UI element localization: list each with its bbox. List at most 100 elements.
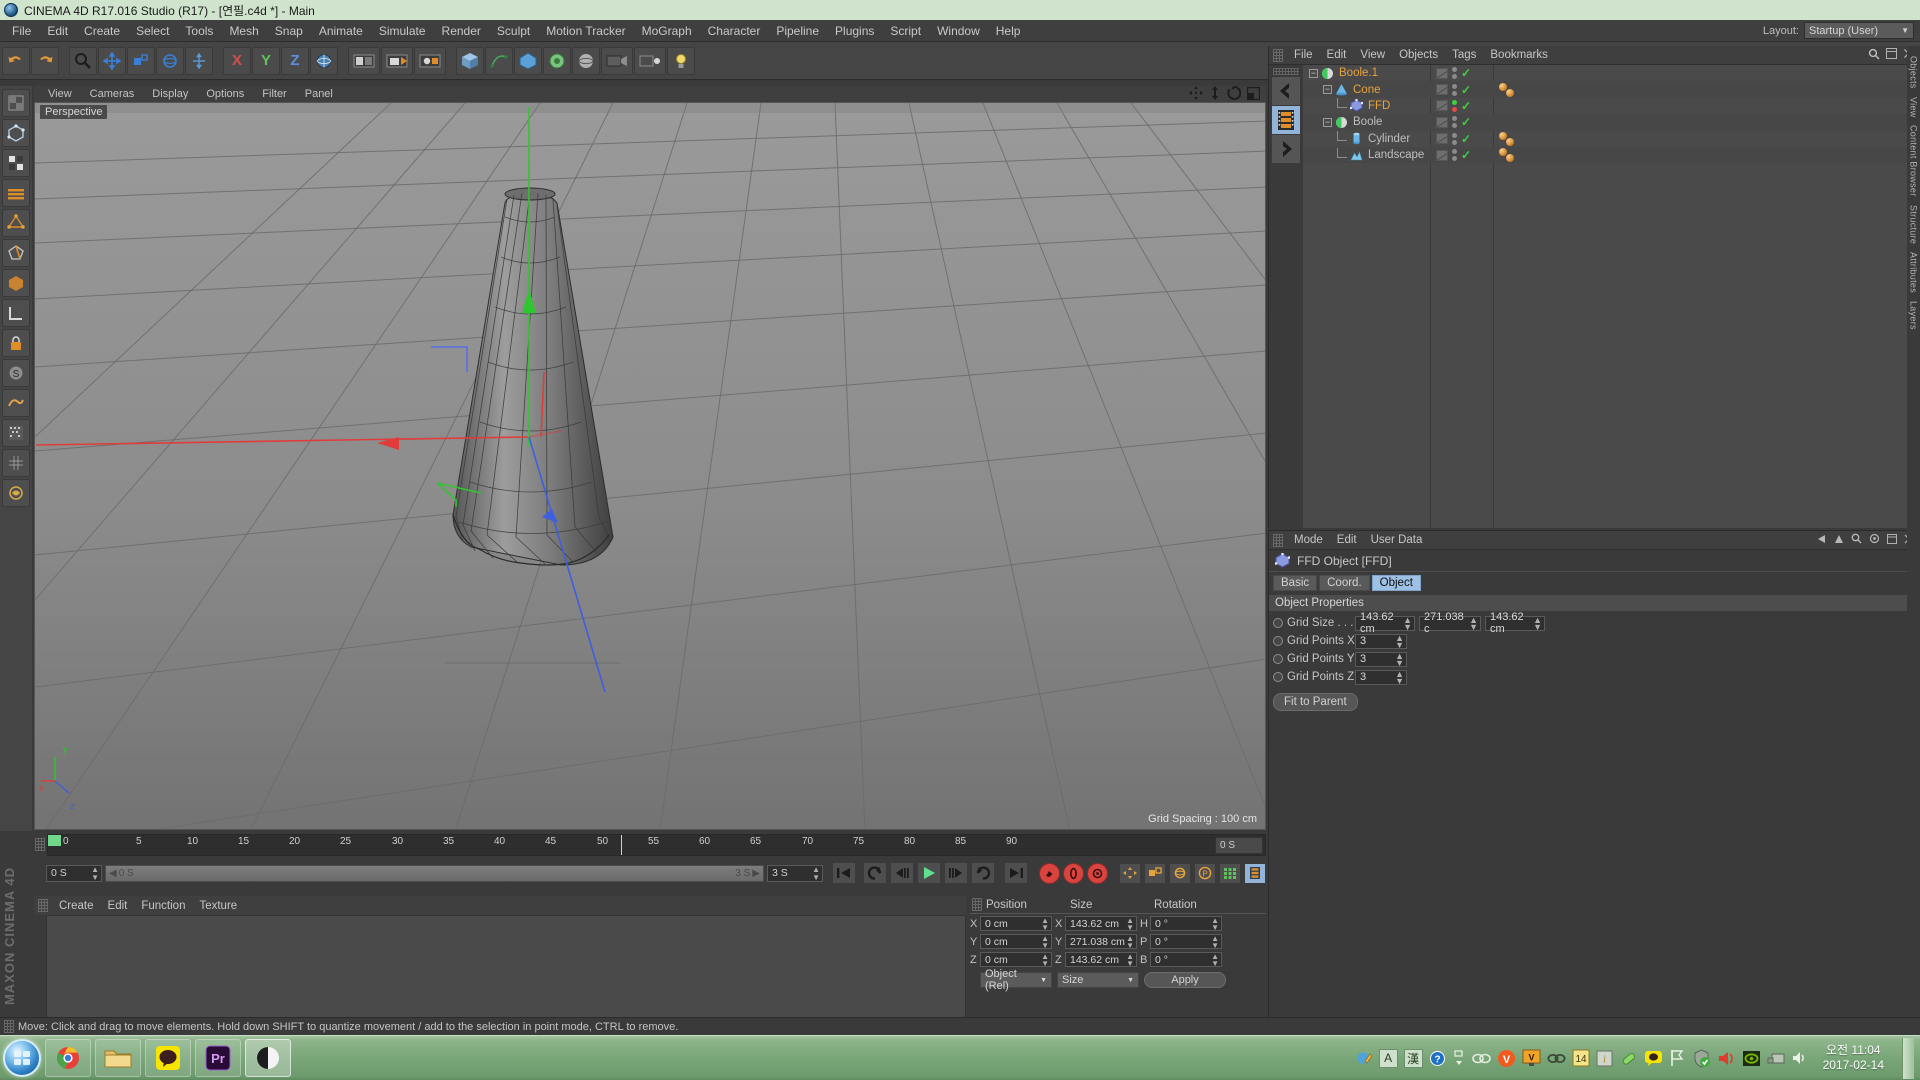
visibility-dots[interactable] bbox=[1452, 149, 1457, 162]
axis-z-toggle[interactable]: Z bbox=[281, 46, 309, 75]
scrub-right-marker[interactable]: 3 S ▶ bbox=[735, 868, 760, 879]
stepper-down-icon[interactable]: ▼ bbox=[1041, 924, 1049, 932]
rotation-key-toggle[interactable] bbox=[1169, 862, 1191, 884]
menu-script[interactable]: Script bbox=[882, 22, 929, 40]
grid-points-z-field[interactable]: 3 ▲ ▼ bbox=[1355, 669, 1407, 685]
coordinate-mode-dropdown[interactable]: Object (Rel) ▼ bbox=[980, 968, 1052, 992]
stepper-down-icon[interactable]: ▼ bbox=[1126, 942, 1134, 950]
tree-expand-toggle[interactable]: − bbox=[1309, 68, 1318, 78]
material-tag-icons[interactable] bbox=[1499, 82, 1514, 97]
timeline-scrubber[interactable]: ◀ 0 S 3 S ▶ bbox=[105, 864, 764, 882]
material-tag-icons[interactable] bbox=[1499, 148, 1514, 163]
grid-points-x-anim-dot[interactable] bbox=[1273, 636, 1283, 647]
rotation-p-field[interactable]: 0 ° ▲ ▼ bbox=[1150, 934, 1222, 950]
render-view-button[interactable] bbox=[348, 46, 380, 75]
rotation-h-field[interactable]: 0 ° ▲ ▼ bbox=[1150, 916, 1222, 932]
timeline-current-marker[interactable] bbox=[48, 835, 61, 846]
scale-tool[interactable] bbox=[127, 46, 155, 75]
tree-expand-toggle[interactable]: − bbox=[1323, 85, 1332, 95]
add-generator-button[interactable] bbox=[514, 46, 542, 75]
move-tool[interactable] bbox=[98, 46, 126, 75]
tab-object[interactable]: Object bbox=[1371, 575, 1421, 591]
live-selection-tool[interactable] bbox=[69, 46, 97, 75]
scrub-left-marker[interactable]: ◀ 0 S bbox=[109, 868, 134, 879]
tool-weight-mode[interactable] bbox=[2, 479, 30, 507]
rotate-view-icon[interactable] bbox=[1227, 86, 1241, 100]
next-layer-button[interactable] bbox=[1272, 135, 1300, 163]
stepper-down-icon[interactable]: ▼ bbox=[812, 873, 820, 882]
menu-help[interactable]: Help bbox=[988, 22, 1029, 40]
tool-uv-mode[interactable] bbox=[2, 449, 30, 477]
apply-button[interactable]: Apply bbox=[1144, 972, 1226, 988]
position-y-field[interactable]: 0 cm ▲ ▼ bbox=[980, 934, 1052, 950]
menu-mograph[interactable]: MoGraph bbox=[634, 22, 700, 40]
pan-icon[interactable] bbox=[1189, 86, 1203, 100]
rotate-tool[interactable] bbox=[156, 46, 184, 75]
menu-window[interactable]: Window bbox=[929, 22, 988, 40]
grid-points-y-anim-dot[interactable] bbox=[1273, 654, 1283, 665]
dolly-icon[interactable] bbox=[1209, 86, 1221, 100]
menu-motion-tracker[interactable]: Motion Tracker bbox=[538, 22, 633, 40]
menu-render[interactable]: Render bbox=[434, 22, 489, 40]
prev-layer-button[interactable] bbox=[1272, 77, 1300, 105]
visibility-dots[interactable] bbox=[1452, 116, 1457, 129]
grid-size-x-field[interactable]: 143.62 cm ▲ ▼ bbox=[1355, 611, 1415, 635]
visibility-tag-icon[interactable] bbox=[1436, 67, 1448, 79]
previous-frame-button[interactable] bbox=[890, 862, 914, 884]
enable-check-icon[interactable]: ✓ bbox=[1461, 116, 1471, 128]
visibility-dots[interactable] bbox=[1452, 67, 1457, 80]
redo-button[interactable] bbox=[31, 46, 59, 75]
position-z-field[interactable]: 0 cm ▲ ▼ bbox=[980, 952, 1052, 968]
menu-sculpt[interactable]: Sculpt bbox=[489, 22, 538, 40]
row-tag-group[interactable]: ✓ bbox=[1436, 149, 1471, 162]
material-tag-icon[interactable] bbox=[1499, 82, 1507, 91]
stepper-down-icon[interactable]: ▼ bbox=[1041, 960, 1049, 968]
material-tag-icon[interactable] bbox=[1506, 88, 1514, 97]
search-icon[interactable] bbox=[1868, 48, 1880, 63]
material-tag-icon[interactable] bbox=[1506, 154, 1514, 163]
enable-check-icon[interactable]: ✓ bbox=[1461, 67, 1471, 79]
stepper-down-icon[interactable]: ▼ bbox=[1395, 676, 1404, 685]
add-camera-button[interactable] bbox=[601, 46, 633, 75]
position-key-toggle[interactable] bbox=[1119, 862, 1141, 884]
help-icon[interactable]: ? bbox=[1429, 1050, 1446, 1067]
minimize-panel-icon[interactable] bbox=[1887, 533, 1897, 547]
transform-tool[interactable] bbox=[185, 46, 213, 75]
tray-link-icon[interactable] bbox=[1471, 1051, 1491, 1066]
tool-polygon-mode[interactable] bbox=[2, 269, 30, 297]
taskbar-cinema4d[interactable] bbox=[245, 1039, 291, 1077]
menu-pipeline[interactable]: Pipeline bbox=[768, 22, 827, 40]
add-deformer-button[interactable] bbox=[543, 46, 571, 75]
keyframe-settings-button[interactable] bbox=[1244, 862, 1266, 884]
om-menu-edit[interactable]: Edit bbox=[1320, 48, 1354, 62]
visibility-dots[interactable] bbox=[1452, 99, 1457, 112]
stepper-down-icon[interactable]: ▼ bbox=[1533, 622, 1542, 631]
stepper-down-icon[interactable]: ▼ bbox=[1211, 960, 1219, 968]
tool-viewport-solo[interactable] bbox=[2, 419, 30, 447]
stepper-down-icon[interactable]: ▼ bbox=[1041, 942, 1049, 950]
axis-x-toggle[interactable]: X bbox=[223, 46, 251, 75]
mm-menu-create[interactable]: Create bbox=[52, 899, 101, 913]
table-row[interactable]: Landscape ✓ bbox=[1303, 146, 1920, 164]
enable-check-icon[interactable]: ✓ bbox=[1461, 100, 1471, 112]
taskbar-chrome[interactable] bbox=[45, 1039, 91, 1077]
menu-simulate[interactable]: Simulate bbox=[371, 22, 434, 40]
mm-menu-function[interactable]: Function bbox=[134, 899, 192, 913]
viewport-menu-filter[interactable]: Filter bbox=[254, 88, 294, 100]
row-tag-group[interactable]: ✓ bbox=[1436, 116, 1471, 129]
dock-tab-layers[interactable]: Layers bbox=[1909, 297, 1919, 334]
grid-points-x-field[interactable]: 3 ▲ ▼ bbox=[1355, 633, 1407, 649]
ime-mode-a[interactable]: A bbox=[1378, 1048, 1398, 1068]
play-button[interactable] bbox=[917, 862, 941, 884]
grid-points-y-field[interactable]: 3 ▲ ▼ bbox=[1355, 651, 1407, 667]
pla-key-toggle[interactable] bbox=[1219, 862, 1241, 884]
add-cube-button[interactable] bbox=[456, 46, 484, 75]
search-icon[interactable] bbox=[1851, 533, 1862, 547]
menu-select[interactable]: Select bbox=[128, 22, 177, 40]
play-forwards-button[interactable] bbox=[971, 862, 995, 884]
row-tag-group[interactable]: ✓ bbox=[1436, 132, 1471, 145]
viewport-menu-panel[interactable]: Panel bbox=[297, 88, 341, 100]
om-menu-file[interactable]: File bbox=[1287, 48, 1320, 62]
stepper-down-icon[interactable]: ▼ bbox=[1126, 960, 1134, 968]
tray-info-icon[interactable]: i bbox=[1596, 1050, 1613, 1067]
